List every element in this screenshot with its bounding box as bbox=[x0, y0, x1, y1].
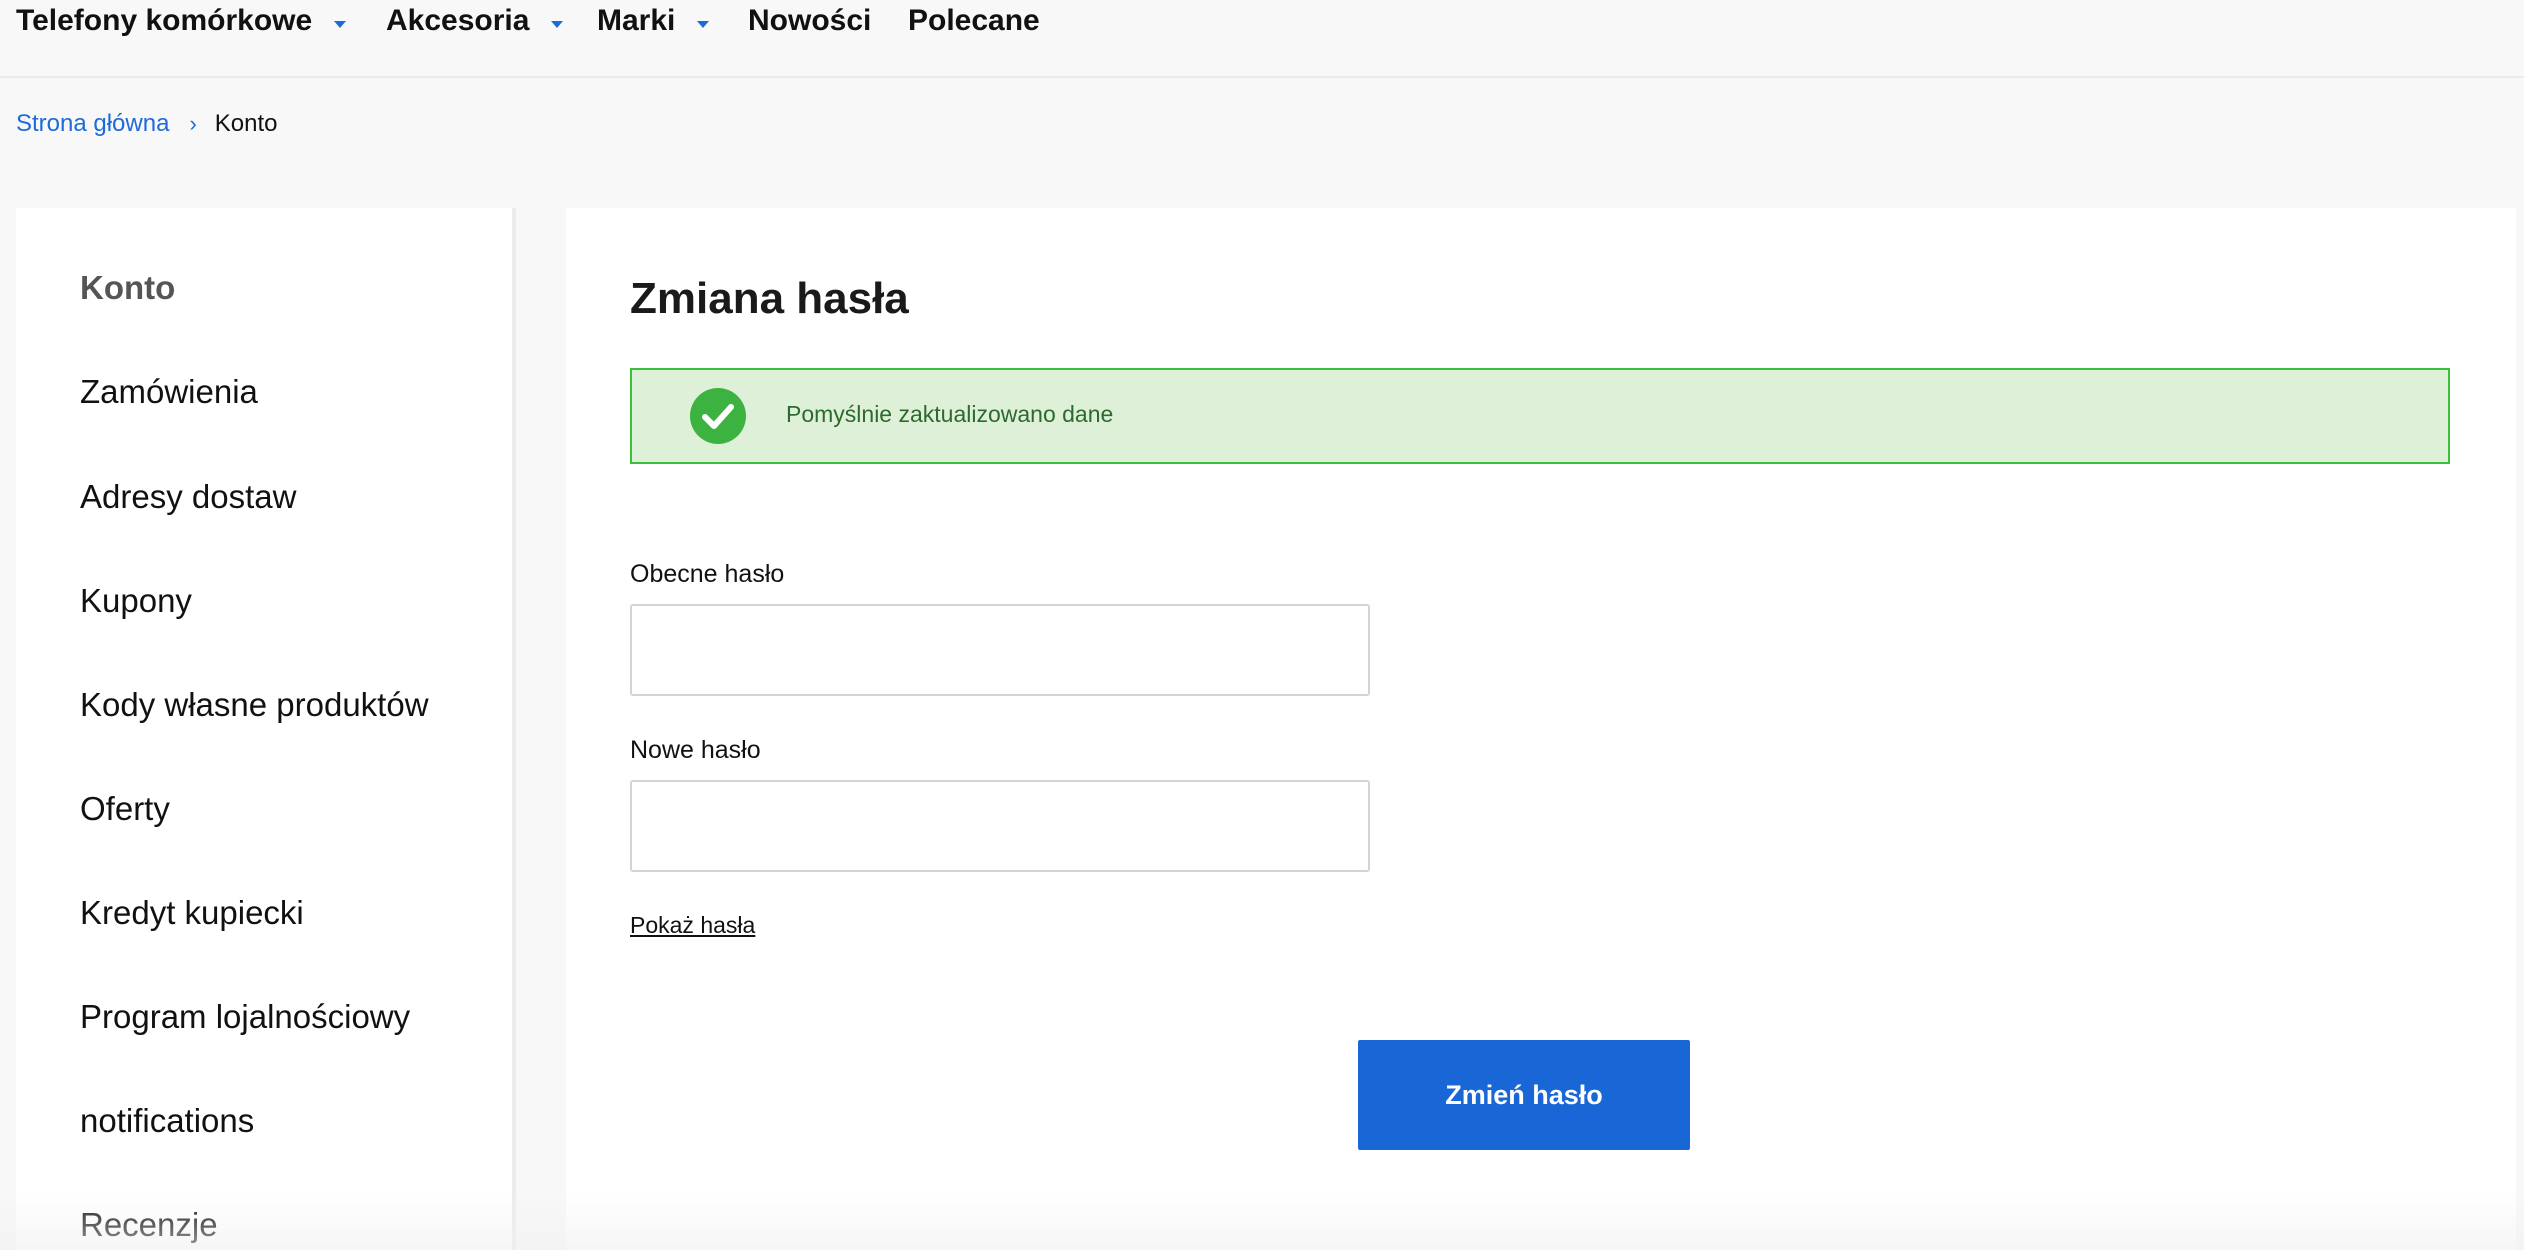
sidebar-item-account[interactable]: Konto bbox=[80, 269, 175, 307]
nav-item-brands[interactable]: Marki bbox=[597, 4, 710, 38]
breadcrumb: Strona główna › Konto bbox=[16, 110, 277, 138]
change-password-button[interactable]: Zmień hasło bbox=[1358, 1040, 1690, 1150]
breadcrumb-home-link[interactable]: Strona główna bbox=[16, 110, 169, 138]
top-navigation: Telefony komórkowe Akcesoria Marki Nowoś… bbox=[0, 0, 2524, 78]
nav-item-phones[interactable]: Telefony komórkowe bbox=[16, 4, 347, 38]
sidebar-item-product-codes[interactable]: Kody własne produktów bbox=[80, 686, 429, 724]
sidebar-item-offers[interactable]: Oferty bbox=[80, 790, 170, 828]
success-alert: Pomyślnie zaktualizowano dane bbox=[630, 368, 2450, 464]
nav-item-label: Telefony komórkowe bbox=[16, 4, 313, 37]
account-sidebar: Konto Zamówienia Adresy dostaw Kupony Ko… bbox=[16, 208, 516, 1250]
sidebar-item-loyalty-program[interactable]: Program lojalnościowy bbox=[80, 998, 410, 1036]
sidebar-item-reviews[interactable]: Recenzje bbox=[80, 1206, 218, 1244]
breadcrumb-current: Konto bbox=[214, 110, 278, 137]
sidebar-item-delivery-addresses[interactable]: Adresy dostaw bbox=[80, 478, 296, 516]
sidebar-item-orders[interactable]: Zamówienia bbox=[80, 373, 258, 411]
main-panel: Zmiana hasła Pomyślnie zaktualizowano da… bbox=[566, 208, 2516, 1250]
caret-down-icon bbox=[697, 20, 710, 28]
sidebar-item-coupons[interactable]: Kupony bbox=[80, 582, 192, 620]
show-passwords-link[interactable]: Pokaż hasła bbox=[630, 912, 755, 939]
success-message: Pomyślnie zaktualizowano dane bbox=[786, 401, 1114, 427]
current-password-label: Obecne hasło bbox=[630, 560, 785, 588]
nav-item-accessories[interactable]: Akcesoria bbox=[386, 4, 564, 38]
caret-down-icon bbox=[334, 20, 347, 28]
nav-item-label: Nowości bbox=[748, 4, 872, 37]
nav-item-new[interactable]: Nowości bbox=[748, 4, 871, 38]
page-title: Zmiana hasła bbox=[630, 274, 909, 323]
check-circle-icon bbox=[690, 388, 746, 444]
nav-item-label: Polecane bbox=[908, 4, 1040, 37]
nav-item-label: Akcesoria bbox=[386, 4, 530, 37]
nav-item-featured[interactable]: Polecane bbox=[908, 4, 1040, 38]
sidebar-item-trade-credit[interactable]: Kredyt kupiecki bbox=[80, 894, 304, 932]
nav-item-label: Marki bbox=[597, 4, 676, 37]
new-password-label: Nowe hasło bbox=[630, 736, 761, 764]
new-password-input[interactable] bbox=[630, 780, 1370, 872]
sidebar-item-notifications[interactable]: notifications bbox=[80, 1102, 254, 1140]
chevron-right-icon: › bbox=[189, 111, 197, 136]
caret-down-icon bbox=[551, 20, 564, 28]
current-password-input[interactable] bbox=[630, 604, 1370, 696]
